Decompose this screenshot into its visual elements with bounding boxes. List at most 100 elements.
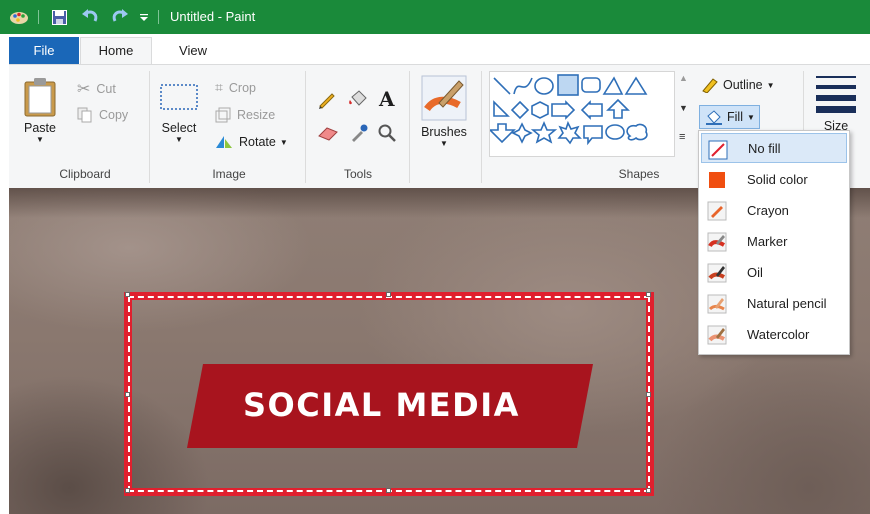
fill-menu: No fill Solid color Crayon Marker Oil Na…: [698, 130, 850, 355]
outline-label: Outline: [723, 78, 763, 92]
brushes-dropdown-icon[interactable]: ▼: [440, 139, 448, 148]
shapes-scroll-up-icon[interactable]: ▲: [679, 73, 688, 83]
color-picker-tool[interactable]: [349, 123, 369, 143]
resize-handle[interactable]: [125, 392, 130, 397]
brushes-button[interactable]: Brushes ▼: [421, 75, 467, 148]
cut-label: Cut: [96, 82, 116, 96]
outline-icon: [702, 78, 718, 93]
tab-file[interactable]: File: [9, 37, 79, 64]
shapes-expand-icon[interactable]: ≡: [679, 131, 685, 143]
pencil-icon: [319, 93, 335, 109]
crayon-icon: [707, 201, 727, 221]
resize-handle[interactable]: [125, 292, 130, 297]
shapes-group-label: Shapes: [618, 167, 660, 181]
no-fill-icon: [708, 140, 728, 160]
marker-icon: [707, 232, 727, 252]
clipboard-icon: [24, 78, 56, 117]
crop-label: Crop: [228, 80, 256, 95]
fill-menu-item-solid-color[interactable]: Solid color: [701, 164, 847, 194]
shapes-gallery[interactable]: [489, 71, 675, 157]
eraser-tool[interactable]: [317, 125, 339, 141]
brushes-label: Brushes: [421, 125, 467, 139]
copy-icon: [77, 107, 92, 123]
fill-tool[interactable]: [347, 89, 369, 109]
resize-handle[interactable]: [125, 488, 130, 493]
resize-handle[interactable]: [646, 292, 651, 297]
rotate-label: Rotate: [239, 135, 276, 149]
outline-button[interactable]: Outline ▼: [701, 77, 775, 93]
paste-dropdown-icon[interactable]: ▼: [36, 135, 44, 144]
size-icon: [816, 76, 856, 113]
resize-handle[interactable]: [386, 292, 391, 297]
magnifier-icon: [378, 124, 396, 142]
paint-app-icon[interactable]: [8, 8, 30, 26]
rotate-icon: [216, 136, 232, 148]
undo-icon[interactable]: [80, 8, 100, 26]
paste-button[interactable]: Paste ▼: [23, 77, 57, 144]
select-label: Select: [161, 121, 197, 135]
fill-bucket-icon: [706, 110, 722, 125]
eraser-icon: [318, 127, 338, 141]
fill-menu-item-oil[interactable]: Oil: [701, 257, 847, 287]
ribbon-tabs: File Home View: [0, 34, 870, 65]
fill-bucket-icon: [349, 90, 367, 106]
shapes-icon: [490, 74, 648, 146]
rotate-dropdown-icon[interactable]: ▼: [280, 138, 288, 147]
resize-icon: [215, 107, 231, 123]
fill-button[interactable]: Fill ▼: [699, 105, 760, 129]
fill-menu-item-no-fill[interactable]: No fill: [701, 133, 847, 163]
magnifier-tool[interactable]: [377, 123, 397, 143]
watercolor-icon: [707, 325, 727, 345]
eyedropper-icon: [352, 124, 368, 142]
fill-menu-item-marker[interactable]: Marker: [701, 226, 847, 256]
text-tool[interactable]: A: [379, 87, 395, 111]
paste-label: Paste: [24, 121, 56, 135]
brush-icon: [421, 75, 467, 121]
size-button[interactable]: Size: [815, 73, 857, 133]
resize-button[interactable]: Resize: [215, 107, 275, 123]
copy-label: Copy: [99, 108, 129, 122]
tab-view[interactable]: View: [160, 37, 226, 64]
cut-button[interactable]: ✂ Cut: [77, 79, 116, 99]
fill-menu-label: Marker: [747, 233, 788, 249]
select-dropdown-icon[interactable]: ▼: [175, 135, 183, 144]
solid-color-icon: [709, 172, 725, 188]
oil-icon: [707, 263, 727, 283]
select-icon: [160, 84, 198, 110]
copy-button[interactable]: Copy: [77, 107, 128, 123]
fill-menu-label: Natural pencil: [747, 295, 827, 311]
fill-dropdown-icon[interactable]: ▼: [747, 113, 755, 122]
resize-handle[interactable]: [386, 488, 391, 493]
resize-handle[interactable]: [646, 392, 651, 397]
fill-menu-label: Crayon: [747, 202, 789, 218]
select-button[interactable]: Select ▼: [159, 83, 199, 144]
tools-group-label: Tools: [343, 167, 372, 181]
pencil-tool[interactable]: [317, 89, 337, 109]
image-group-label: Image: [212, 167, 246, 181]
fill-menu-item-watercolor[interactable]: Watercolor: [701, 319, 847, 349]
redo-icon[interactable]: [110, 8, 130, 26]
shapes-scroll-down-icon[interactable]: ▼: [679, 103, 688, 113]
fill-label: Fill: [727, 110, 743, 124]
rotate-button[interactable]: Rotate ▼: [215, 135, 288, 149]
outline-dropdown-icon[interactable]: ▼: [767, 81, 775, 90]
fill-menu-label: Watercolor: [747, 326, 810, 342]
fill-menu-item-crayon[interactable]: Crayon: [701, 195, 847, 225]
tab-home[interactable]: Home: [80, 37, 152, 65]
crop-icon: ⌗: [215, 79, 223, 95]
customize-icon[interactable]: [137, 8, 151, 26]
fill-menu-item-natural-pencil[interactable]: Natural pencil: [701, 288, 847, 318]
resize-handle[interactable]: [646, 488, 651, 493]
crop-button[interactable]: ⌗ Crop: [215, 79, 256, 96]
scissors-icon: ✂: [77, 81, 91, 98]
fill-menu-label: Solid color: [747, 171, 808, 187]
window-title: Untitled - Paint: [170, 9, 256, 24]
title-bar: Untitled - Paint: [0, 0, 870, 34]
resize-label: Resize: [237, 108, 276, 122]
text-icon: A: [379, 87, 395, 111]
fill-menu-label: No fill: [748, 140, 781, 156]
natural-pencil-icon: [707, 294, 727, 314]
clipboard-group-label: Clipboard: [59, 167, 111, 181]
save-icon[interactable]: [50, 8, 68, 26]
banner-text: SOCIAL MEDIA: [243, 386, 520, 424]
